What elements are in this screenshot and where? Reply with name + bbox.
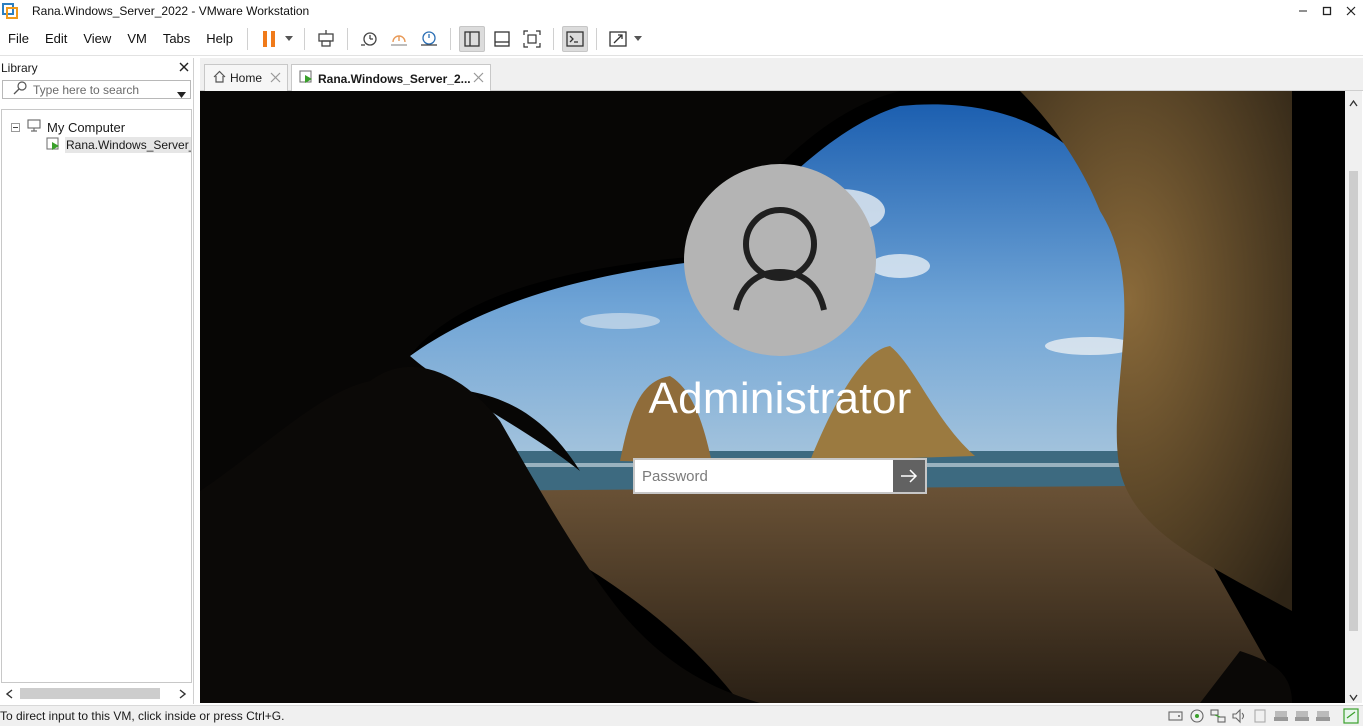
close-library-icon[interactable] [179,61,189,75]
take-snapshot-icon[interactable] [356,26,382,52]
toolbar-divider [596,27,598,50]
toolbar-divider [247,27,249,50]
library-title: Library [1,61,38,75]
toolbar-divider [304,27,306,50]
tab-home[interactable]: Home [204,64,288,91]
usb-device-icon[interactable] [1315,708,1331,724]
minimize-button[interactable] [1291,0,1315,22]
menu-help[interactable]: Help [198,22,241,56]
close-tab-icon[interactable] [473,72,484,83]
tree-item-vm[interactable]: Rana.Windows_Server_2 [2,136,191,154]
tree-item-label: Rana.Windows_Server_2 [65,137,191,153]
thumbnail-bar-icon[interactable] [489,26,515,52]
title-bar: Rana.Windows_Server_2022 - VMware Workst… [0,0,1363,22]
scroll-down-icon[interactable] [1349,690,1358,704]
menu-vm[interactable]: VM [119,22,155,56]
user-avatar [684,164,876,356]
window-title: Rana.Windows_Server_2022 - VMware Workst… [32,4,310,18]
tree-item-label: My Computer [47,119,126,135]
tab-vm[interactable]: Rana.Windows_Server_2... [291,64,491,92]
menu-file[interactable]: File [0,22,37,56]
collapse-toggle-icon[interactable] [11,122,20,132]
user-silhouette-icon [733,207,827,311]
scrollbar-thumb[interactable] [1349,171,1358,631]
library-search-input[interactable] [33,82,173,97]
computer-icon [27,118,41,136]
toolbar-divider [450,27,452,50]
snapshot-manager-icon[interactable] [416,26,442,52]
vmware-logo-icon [2,3,18,19]
menu-toolbar: File Edit View VM Tabs Help [0,22,1363,56]
library-horizontal-scrollbar[interactable] [1,684,192,702]
toolbar-divider [553,27,555,50]
close-tab-icon[interactable] [270,72,281,83]
maximize-button[interactable] [1315,0,1339,22]
printer-icon[interactable] [1252,708,1268,724]
tab-strip: Home Rana.Windows_Server_2... [200,58,1363,92]
close-window-button[interactable] [1339,0,1363,22]
status-message: To direct input to this VM, click inside… [0,709,285,723]
hard-disk-icon[interactable] [1168,708,1184,724]
login-username: Administrator [648,374,912,423]
search-dropdown-chevron-icon[interactable] [177,87,186,101]
menu-tabs[interactable]: Tabs [155,22,198,56]
stretch-dropdown-chevron-icon[interactable] [633,26,643,52]
vm-console[interactable]: Administrator [200,91,1345,703]
running-vm-icon [46,136,60,154]
stretch-guest-icon[interactable] [605,26,631,52]
scrollbar-thumb[interactable] [20,688,160,699]
menu-edit[interactable]: Edit [37,22,75,56]
console-view-icon[interactable] [562,25,589,52]
sound-card-icon[interactable] [1231,708,1247,724]
pause-icon[interactable] [256,26,282,52]
full-screen-icon[interactable] [519,26,545,52]
status-bar: To direct input to this VM, click inside… [0,705,1363,726]
scroll-up-icon[interactable] [1349,96,1358,110]
messages-icon[interactable] [1343,708,1359,724]
power-dropdown-chevron-icon[interactable] [284,26,294,52]
scroll-left-icon[interactable] [5,688,13,702]
library-search-box [2,80,191,99]
library-tree: My Computer Rana.Windows_Server_2 [1,109,192,683]
arrow-right-icon [901,469,918,483]
home-icon [213,70,226,86]
revert-snapshot-icon[interactable] [386,26,412,52]
tab-label: Rana.Windows_Server_2... [318,71,471,86]
usb-device-icon[interactable] [1273,708,1289,724]
menu-view[interactable]: View [75,22,119,56]
cd-dvd-icon[interactable] [1189,708,1205,724]
tree-item-my-computer[interactable]: My Computer [2,118,191,136]
show-library-icon[interactable] [459,25,486,52]
vm-vertical-scrollbar[interactable] [1345,91,1362,703]
search-icon [13,81,27,98]
password-box [633,458,927,494]
password-input[interactable] [635,460,893,492]
scroll-right-icon[interactable] [179,688,187,702]
running-vm-icon [299,70,313,87]
network-adapter-icon[interactable] [1210,708,1226,724]
send-ctrl-alt-del-icon[interactable] [313,26,339,52]
library-panel: Library My Computer Rana.Windows_Server_… [0,58,194,704]
tab-label: Home [230,71,263,85]
submit-arrow-button[interactable] [893,460,925,492]
toolbar-divider [347,27,349,50]
usb-device-icon[interactable] [1294,708,1310,724]
